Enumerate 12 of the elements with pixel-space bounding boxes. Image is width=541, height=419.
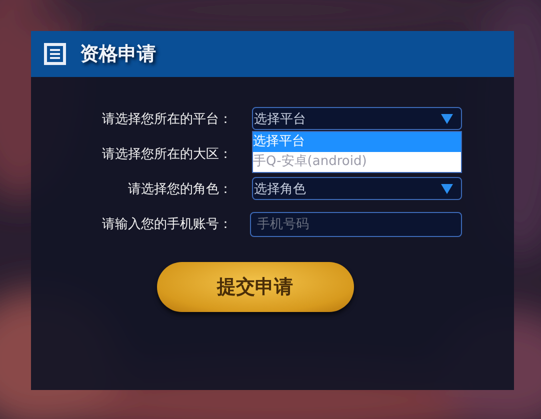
document-icon (44, 43, 66, 65)
field-label: 请选择您所在的大区： (101, 146, 232, 162)
panel-title: 资格申请 (80, 42, 156, 67)
select-field[interactable]: 选择角色 (252, 177, 462, 200)
field-label: 请选择您的角色： (127, 180, 232, 198)
select-field[interactable]: 选择平台 (252, 107, 462, 130)
phone-input[interactable]: 手机号码 (250, 212, 462, 237)
field-label: 请输入您的手机账号： (101, 216, 232, 232)
caret-icon (441, 184, 453, 194)
submit-button[interactable]: 提交申请 (156, 262, 354, 312)
field-label: 请选择您所在的平台： (101, 110, 232, 128)
caret-icon (441, 114, 453, 124)
